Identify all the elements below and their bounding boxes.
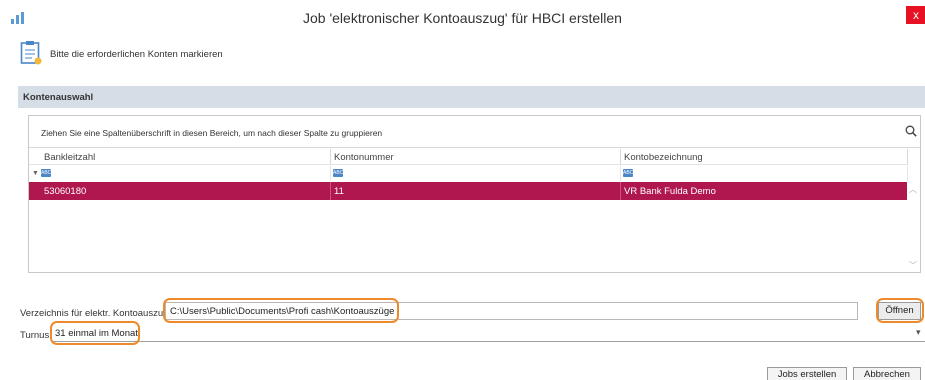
search-icon[interactable] (905, 125, 917, 137)
vertical-scrollbar[interactable]: ︿ ﹀ (907, 182, 920, 272)
open-button[interactable]: Öffnen (878, 302, 921, 320)
scroll-down-icon[interactable]: ﹀ (909, 260, 917, 271)
text-filter-icon: ABC (623, 169, 634, 177)
window-title: Job 'elektronischer Kontoauszug' für HBC… (303, 10, 622, 26)
title-bar: Job 'elektronischer Kontoauszug' für HBC… (0, 0, 925, 36)
cell-kontobezeichnung: VR Bank Fulda Demo (624, 186, 716, 197)
turnus-label: Turnus (20, 330, 50, 341)
directory-input[interactable]: C:\Users\Public\Documents\Profi cash\Kon… (165, 302, 858, 320)
create-jobs-button[interactable]: Jobs erstellen (767, 367, 847, 380)
column-header-kontonummer[interactable]: Kontonummer (331, 149, 621, 165)
chevron-down-icon[interactable]: ▾ (916, 327, 921, 338)
text-filter-icon: ABC (333, 169, 344, 177)
column-header-kontobezeichnung[interactable]: Kontobezeichnung (621, 149, 908, 165)
column-label: Kontonummer (334, 152, 394, 163)
text-filter-icon: ABC (41, 169, 52, 177)
cell-kontonummer: 11 (331, 182, 621, 200)
filter-cell-kontobezeichnung[interactable]: ABC (621, 166, 908, 181)
hint-text: Bitte die erforderlichen Konten markiere… (50, 49, 223, 60)
filter-row: ▼ ABC ABC ABC (29, 166, 908, 181)
close-button[interactable]: x (906, 6, 925, 24)
column-header-bankleitzahl[interactable]: Bankleitzahl (29, 149, 331, 165)
column-label: Bankleitzahl (44, 152, 96, 163)
scroll-up-icon[interactable]: ︿ (909, 184, 917, 195)
filter-cell-bankleitzahl[interactable]: ▼ ABC (29, 166, 331, 181)
table-row[interactable]: 53060180 11 VR Bank Fulda Demo (29, 182, 907, 200)
turnus-value: 31 einmal im Monat (55, 328, 138, 339)
group-panel[interactable]: Ziehen Sie eine Spaltenüberschrift in di… (29, 116, 920, 148)
directory-value: C:\Users\Public\Documents\Profi cash\Kon… (170, 306, 395, 317)
section-header: Kontenauswahl (18, 86, 925, 108)
turnus-select[interactable]: 31 einmal im Monat ▾ (52, 325, 925, 342)
column-label: Kontobezeichnung (624, 152, 703, 163)
section-label: Kontenauswahl (23, 92, 94, 103)
directory-label: Verzeichnis für elektr. Kontoauszug (20, 308, 169, 319)
filter-cell-kontonummer[interactable]: ABC (331, 166, 621, 181)
filter-icon[interactable]: ▼ (32, 170, 39, 177)
clipboard-icon (20, 41, 42, 65)
cancel-button[interactable]: Abbrechen (853, 367, 921, 380)
cell-bankleitzahl: 53060180 (29, 182, 331, 200)
accounts-grid: Ziehen Sie eine Spaltenüberschrift in di… (28, 115, 921, 273)
group-hint: Ziehen Sie eine Spaltenüberschrift in di… (41, 128, 383, 138)
